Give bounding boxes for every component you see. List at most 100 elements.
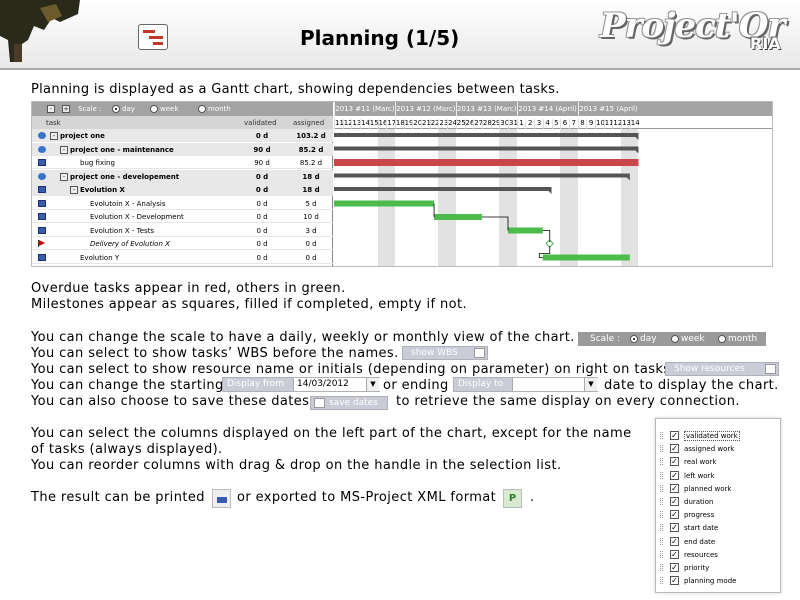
drag-handle-icon[interactable] (660, 484, 663, 492)
column-option[interactable]: ✓ resources (656, 548, 782, 561)
activity-icon (38, 199, 46, 207)
task-bar[interactable] (334, 200, 435, 207)
drag-handle-icon[interactable] (660, 511, 663, 519)
column-option[interactable]: ✓ assigned work (656, 442, 782, 455)
date-text-ending: or ending (383, 378, 449, 393)
save-dates-checkbox[interactable] (314, 398, 325, 408)
scale-selector-week-radio[interactable] (671, 335, 679, 343)
gantt-row[interactable]: Evolutoin X - Analysis 0 d 5 d (32, 197, 333, 210)
gantt-row[interactable]: - project one 0 d 103.2 d (32, 129, 333, 143)
column-checkbox[interactable]: ✓ (670, 444, 679, 454)
show-wbs-checkbox[interactable] (474, 348, 485, 358)
scale-selector-month-radio[interactable] (718, 335, 726, 343)
save-dates-toggle[interactable]: save dates (310, 396, 388, 410)
display-from-dropdown-icon[interactable]: ▼ (366, 378, 379, 391)
drag-handle-icon[interactable] (660, 550, 663, 558)
column-option[interactable]: ✓ priority (656, 561, 782, 574)
drag-handle-icon[interactable] (660, 537, 663, 545)
column-checkbox[interactable]: ✓ (670, 563, 679, 572)
gantt-row[interactable]: Delivery of Evolution X 0 d 0 d (32, 237, 333, 251)
column-checkbox[interactable]: ✓ (670, 483, 679, 493)
printer-icon[interactable] (212, 489, 231, 508)
task-bar[interactable] (434, 214, 482, 220)
activity-icon (38, 226, 46, 234)
row-collapse-button[interactable]: - (60, 172, 68, 181)
gantt-row[interactable]: bug fixing 90 d 85.2 d (32, 156, 333, 170)
gantt-day-label: 19 (403, 119, 414, 129)
summary-bar[interactable] (334, 173, 630, 178)
column-selector: ✓ validated work ✓ assigned work ✓ real work ✓… (655, 418, 781, 593)
task-bar[interactable] (508, 227, 543, 234)
gantt-row[interactable]: Evolution X - Tests 0 d 3 d (32, 224, 333, 237)
save-text-end: to retrieve the same display on every co… (396, 394, 740, 409)
overdue-task-bar[interactable] (334, 159, 639, 166)
gantt-row[interactable]: - project one - developement 0 d 18 d (32, 169, 333, 183)
column-checkbox[interactable]: ✓ (670, 497, 679, 506)
column-option[interactable]: ✓ left work (656, 469, 782, 482)
row-collapse-button[interactable]: - (70, 186, 78, 194)
display-to-dropdown-icon[interactable]: ▼ (584, 378, 597, 391)
brand-logo-sub: RIA (750, 34, 781, 53)
summary-bar-end (548, 191, 552, 194)
column-checkbox[interactable]: ✓ (670, 510, 679, 520)
col-header-validated[interactable]: validated (244, 119, 277, 127)
row-collapse-button[interactable]: - (50, 132, 58, 140)
show-wbs-toggle[interactable]: show WBS (402, 346, 488, 360)
row-collapse-button[interactable]: - (60, 145, 68, 154)
gantt-day-label: 12 (342, 119, 353, 129)
drag-handle-icon[interactable] (660, 432, 663, 439)
page-title: Planning (1/5) (300, 26, 460, 50)
col-header-task[interactable]: task (46, 119, 61, 127)
column-checkbox[interactable]: ✓ (670, 470, 679, 480)
column-option[interactable]: ✓ end date (656, 535, 782, 548)
gantt-row[interactable]: Evolution Y 0 d 0 d (32, 251, 333, 264)
column-checkbox[interactable]: ✓ (670, 457, 679, 467)
column-option[interactable]: ✓ duration (656, 495, 782, 508)
column-checkbox[interactable]: ✓ (670, 431, 679, 440)
drag-handle-icon[interactable] (660, 498, 663, 505)
drag-handle-icon[interactable] (660, 524, 663, 532)
column-checkbox[interactable]: ✓ (670, 576, 679, 586)
drag-handle-icon[interactable] (660, 577, 663, 585)
gantt-row-validated: 0 d (255, 132, 269, 140)
show-resources-checkbox[interactable] (765, 364, 776, 374)
scale-week-label: week (160, 105, 179, 113)
column-option[interactable]: ✓ start date (656, 521, 782, 534)
scale-day-radio[interactable] (112, 105, 120, 113)
collapse-all-button[interactable]: - (47, 105, 55, 113)
ms-project-export-icon[interactable]: P (503, 489, 522, 508)
drag-handle-icon[interactable] (660, 471, 663, 479)
gantt-week-label: 2013 #13 (Marc) (455, 102, 517, 116)
column-option[interactable]: ✓ real work (656, 455, 782, 468)
summary-bar[interactable] (334, 146, 639, 151)
summary-bar[interactable] (334, 187, 552, 191)
column-option-label: planned work (684, 484, 732, 493)
task-bar[interactable] (542, 254, 630, 261)
summary-bar[interactable] (334, 133, 639, 137)
scale-selector-day-radio[interactable] (630, 335, 638, 343)
column-checkbox[interactable]: ✓ (670, 549, 679, 559)
drag-handle-icon[interactable] (660, 445, 663, 453)
scale-selector-day: day (640, 334, 657, 344)
scale-selector: Scale : day week month (578, 332, 766, 346)
column-option[interactable]: ✓ validated work (656, 429, 782, 442)
drag-handle-icon[interactable] (660, 458, 663, 466)
gantt-day-label: 9 (586, 119, 595, 129)
column-option[interactable]: ✓ planned work (656, 482, 782, 495)
column-checkbox[interactable]: ✓ (670, 536, 679, 546)
gantt-row-validated: 0 d (255, 186, 269, 194)
column-option[interactable]: ✓ progress (656, 508, 782, 521)
column-option[interactable]: ✓ planning mode (656, 574, 782, 587)
gantt-row[interactable]: - Evolution X 0 d 18 d (32, 183, 333, 197)
scale-month-radio[interactable] (198, 105, 206, 113)
summary-bar-end (635, 150, 639, 154)
expand-all-button[interactable]: + (62, 105, 70, 113)
scale-week-radio[interactable] (150, 105, 158, 113)
show-resources-toggle[interactable]: Show resources (665, 362, 779, 376)
gantt-row[interactable]: - project one - maintenance 90 d 85.2 d (32, 142, 333, 156)
column-checkbox[interactable]: ✓ (670, 523, 679, 533)
gantt-day-label: 5 (551, 119, 561, 129)
col-header-assigned[interactable]: assigned (293, 119, 324, 127)
drag-handle-icon[interactable] (660, 564, 663, 571)
gantt-row[interactable]: Evolution X - Development 0 d 10 d (32, 210, 333, 224)
